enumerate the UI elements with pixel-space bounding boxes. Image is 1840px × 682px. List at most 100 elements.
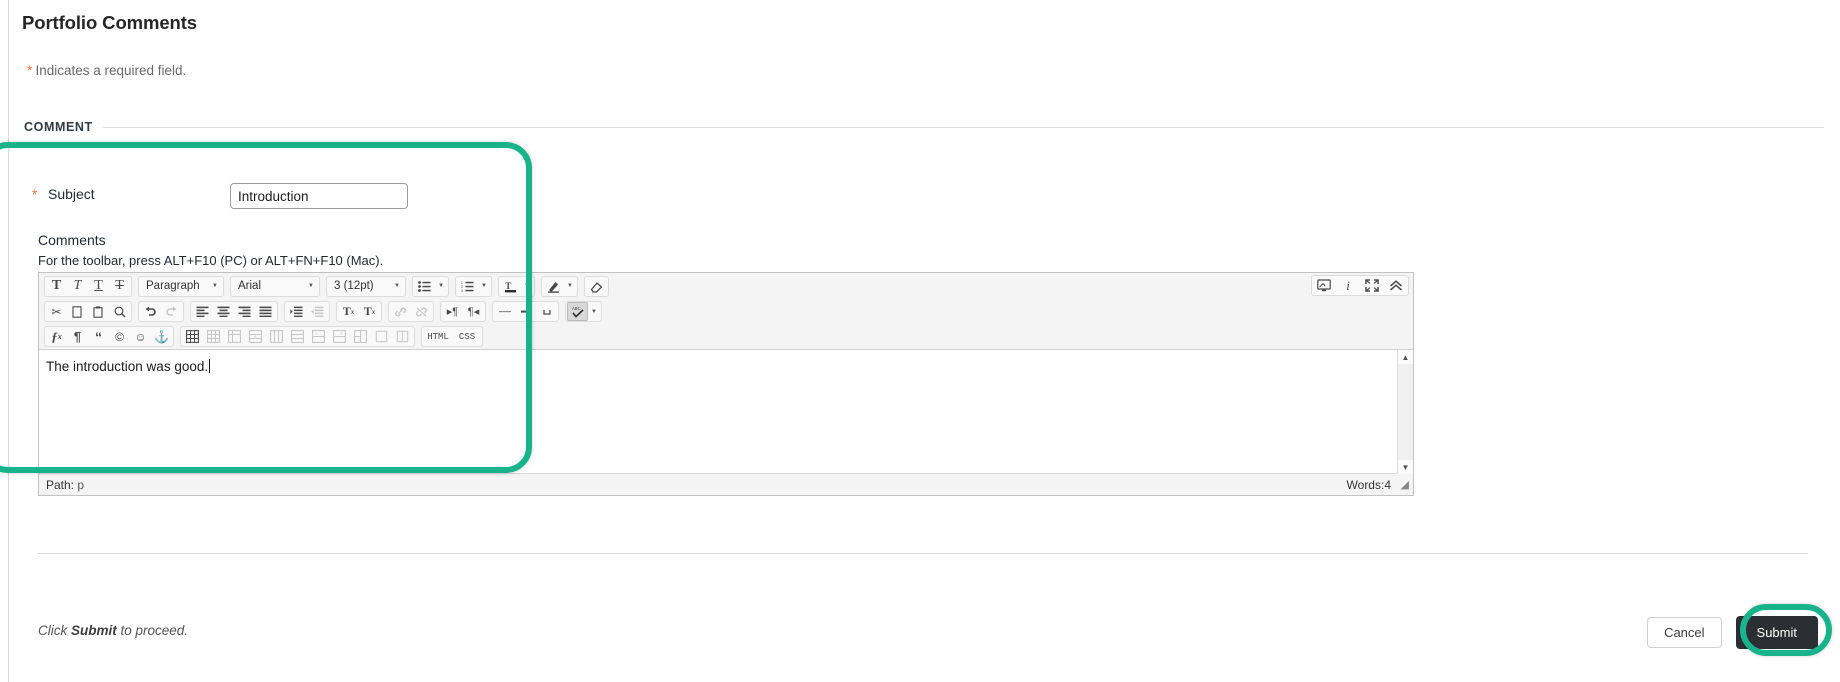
redo-icon[interactable] (161, 302, 182, 321)
link-group (388, 301, 434, 322)
subject-input[interactable] (230, 183, 408, 209)
text-color-group: T ▼ (498, 276, 535, 297)
insert-table-icon[interactable] (182, 327, 203, 346)
background-color-group: ▼ (541, 276, 578, 297)
chevron-down-icon: ▼ (212, 283, 218, 289)
editor-toolbar: T T T T Paragraph ▼ Arial ▼ 3 (12pt) (39, 273, 1413, 350)
paragraph-format-select[interactable]: Paragraph ▼ (138, 276, 224, 297)
right-to-left-icon[interactable]: ¶◂ (463, 302, 484, 321)
align-center-icon[interactable] (213, 302, 234, 321)
cell-properties-icon[interactable] (266, 327, 287, 346)
editor-content-area[interactable]: The introduction was good. ▲ ▼ (39, 350, 1413, 474)
background-color-icon[interactable] (543, 277, 564, 296)
insert-row-after-icon[interactable]: + (308, 327, 329, 346)
delete-table-icon[interactable] (224, 327, 245, 346)
paragraph-mark-icon[interactable]: ¶ (67, 327, 88, 346)
strikethrough-icon[interactable]: T (109, 277, 130, 296)
math-equation-icon[interactable]: ƒx (46, 327, 67, 346)
editor-toolbar-row-2: ✂ (39, 299, 1413, 324)
subscript-icon[interactable]: Tx (359, 302, 380, 321)
font-size-select[interactable]: 3 (12pt) ▼ (326, 276, 406, 297)
italic-icon[interactable]: T (67, 277, 88, 296)
copyright-icon[interactable]: © (109, 327, 130, 346)
bullet-list-chevron-down-icon[interactable]: ▼ (435, 277, 447, 296)
scroll-down-icon[interactable]: ▼ (1398, 460, 1413, 474)
footer-divider (38, 553, 1808, 554)
align-left-icon[interactable] (192, 302, 213, 321)
horizontal-rule-icon[interactable] (494, 302, 515, 321)
fullscreen-icon[interactable] (1360, 276, 1384, 295)
remove-format-icon[interactable] (586, 277, 607, 296)
editor-resize-handle[interactable]: ◢ (1397, 479, 1409, 491)
subject-field-row: * Subject (32, 186, 208, 202)
subject-label: Subject (48, 186, 208, 202)
submit-button[interactable]: Submit (1736, 616, 1818, 649)
superscript-icon[interactable]: Tx (338, 302, 359, 321)
info-icon[interactable]: i (1336, 276, 1360, 295)
outdent-icon[interactable] (307, 302, 328, 321)
numbered-list-chevron-down-icon[interactable]: ▼ (478, 277, 490, 296)
scroll-up-icon[interactable]: ▲ (1398, 350, 1413, 364)
table-properties-icon[interactable] (203, 327, 224, 346)
text-format-group: T T T T (44, 276, 132, 297)
blockquote-icon[interactable]: “ (88, 327, 109, 346)
indent-group (284, 301, 330, 322)
copy-icon[interactable] (67, 302, 88, 321)
spellcheck-group: ABC ▼ (565, 301, 602, 322)
underline-icon[interactable]: T (88, 277, 109, 296)
text-cursor (209, 359, 210, 373)
remove-format-group (584, 276, 609, 297)
script-group: Tx Tx (336, 301, 382, 322)
spellcheck-icon[interactable]: ABC (567, 302, 588, 321)
svg-text:T: T (505, 281, 511, 291)
svg-text:+: + (254, 334, 257, 340)
spellcheck-chevron-down-icon[interactable]: ▼ (588, 302, 600, 321)
insert-marks-group (492, 301, 559, 322)
anchor-icon[interactable]: ⚓ (151, 327, 172, 346)
comment-form: * Subject Comments For the toolbar, pres… (0, 0, 1840, 682)
insert-column-before-icon[interactable] (350, 327, 371, 346)
html-source-button[interactable]: HTML (423, 327, 453, 346)
editor-word-count: Words:4 (1347, 478, 1391, 492)
preview-icon[interactable] (1312, 276, 1336, 295)
editor-toolbar-row-3: ƒx ¶ “ © ☺ ⚓ (39, 324, 1413, 349)
insert-row-before-icon[interactable] (287, 327, 308, 346)
editor-path: Path: p (46, 478, 84, 492)
row-properties-icon[interactable]: + (245, 327, 266, 346)
merge-cells-icon[interactable] (371, 327, 392, 346)
alignment-group (190, 301, 278, 322)
undo-icon[interactable] (140, 302, 161, 321)
bullet-list-icon[interactable] (414, 277, 435, 296)
editor-scrollbar[interactable]: ▲ ▼ (1397, 350, 1413, 474)
svg-text:ABC: ABC (572, 306, 581, 311)
left-to-right-icon[interactable]: ▸¶ (442, 302, 463, 321)
align-justify-icon[interactable] (255, 302, 276, 321)
rich-text-editor: T T T T Paragraph ▼ Arial ▼ 3 (12pt) (38, 272, 1414, 496)
collapse-toolbar-icon[interactable] (1384, 276, 1408, 295)
insert-misc-group: ƒx ¶ “ © ☺ ⚓ (44, 326, 174, 347)
align-right-icon[interactable] (234, 302, 255, 321)
paste-icon[interactable] (88, 302, 109, 321)
em-dash-icon[interactable] (515, 302, 536, 321)
background-color-chevron-down-icon[interactable]: ▼ (564, 277, 576, 296)
split-cells-icon[interactable] (392, 327, 413, 346)
css-source-button[interactable]: CSS (453, 327, 481, 346)
indent-icon[interactable] (286, 302, 307, 321)
svg-text:3: 3 (461, 289, 463, 292)
delete-row-icon[interactable]: + (329, 327, 350, 346)
cut-icon[interactable]: ✂ (46, 302, 67, 321)
numbered-list-icon[interactable]: 123 (457, 277, 478, 296)
font-family-select[interactable]: Arial ▼ (230, 276, 320, 297)
insert-link-icon[interactable] (390, 302, 411, 321)
editor-path-value[interactable]: p (77, 478, 84, 492)
text-color-chevron-down-icon[interactable]: ▼ (521, 277, 533, 296)
emoticon-icon[interactable]: ☺ (130, 327, 151, 346)
form-action-buttons: Cancel Submit (1647, 616, 1818, 649)
text-color-icon[interactable]: T (500, 277, 521, 296)
svg-text:+: + (340, 331, 343, 336)
cancel-button[interactable]: Cancel (1647, 617, 1721, 648)
find-icon[interactable] (109, 302, 130, 321)
unlink-icon[interactable] (411, 302, 432, 321)
nonbreaking-space-icon[interactable] (536, 302, 557, 321)
bold-icon[interactable]: T (46, 277, 67, 296)
